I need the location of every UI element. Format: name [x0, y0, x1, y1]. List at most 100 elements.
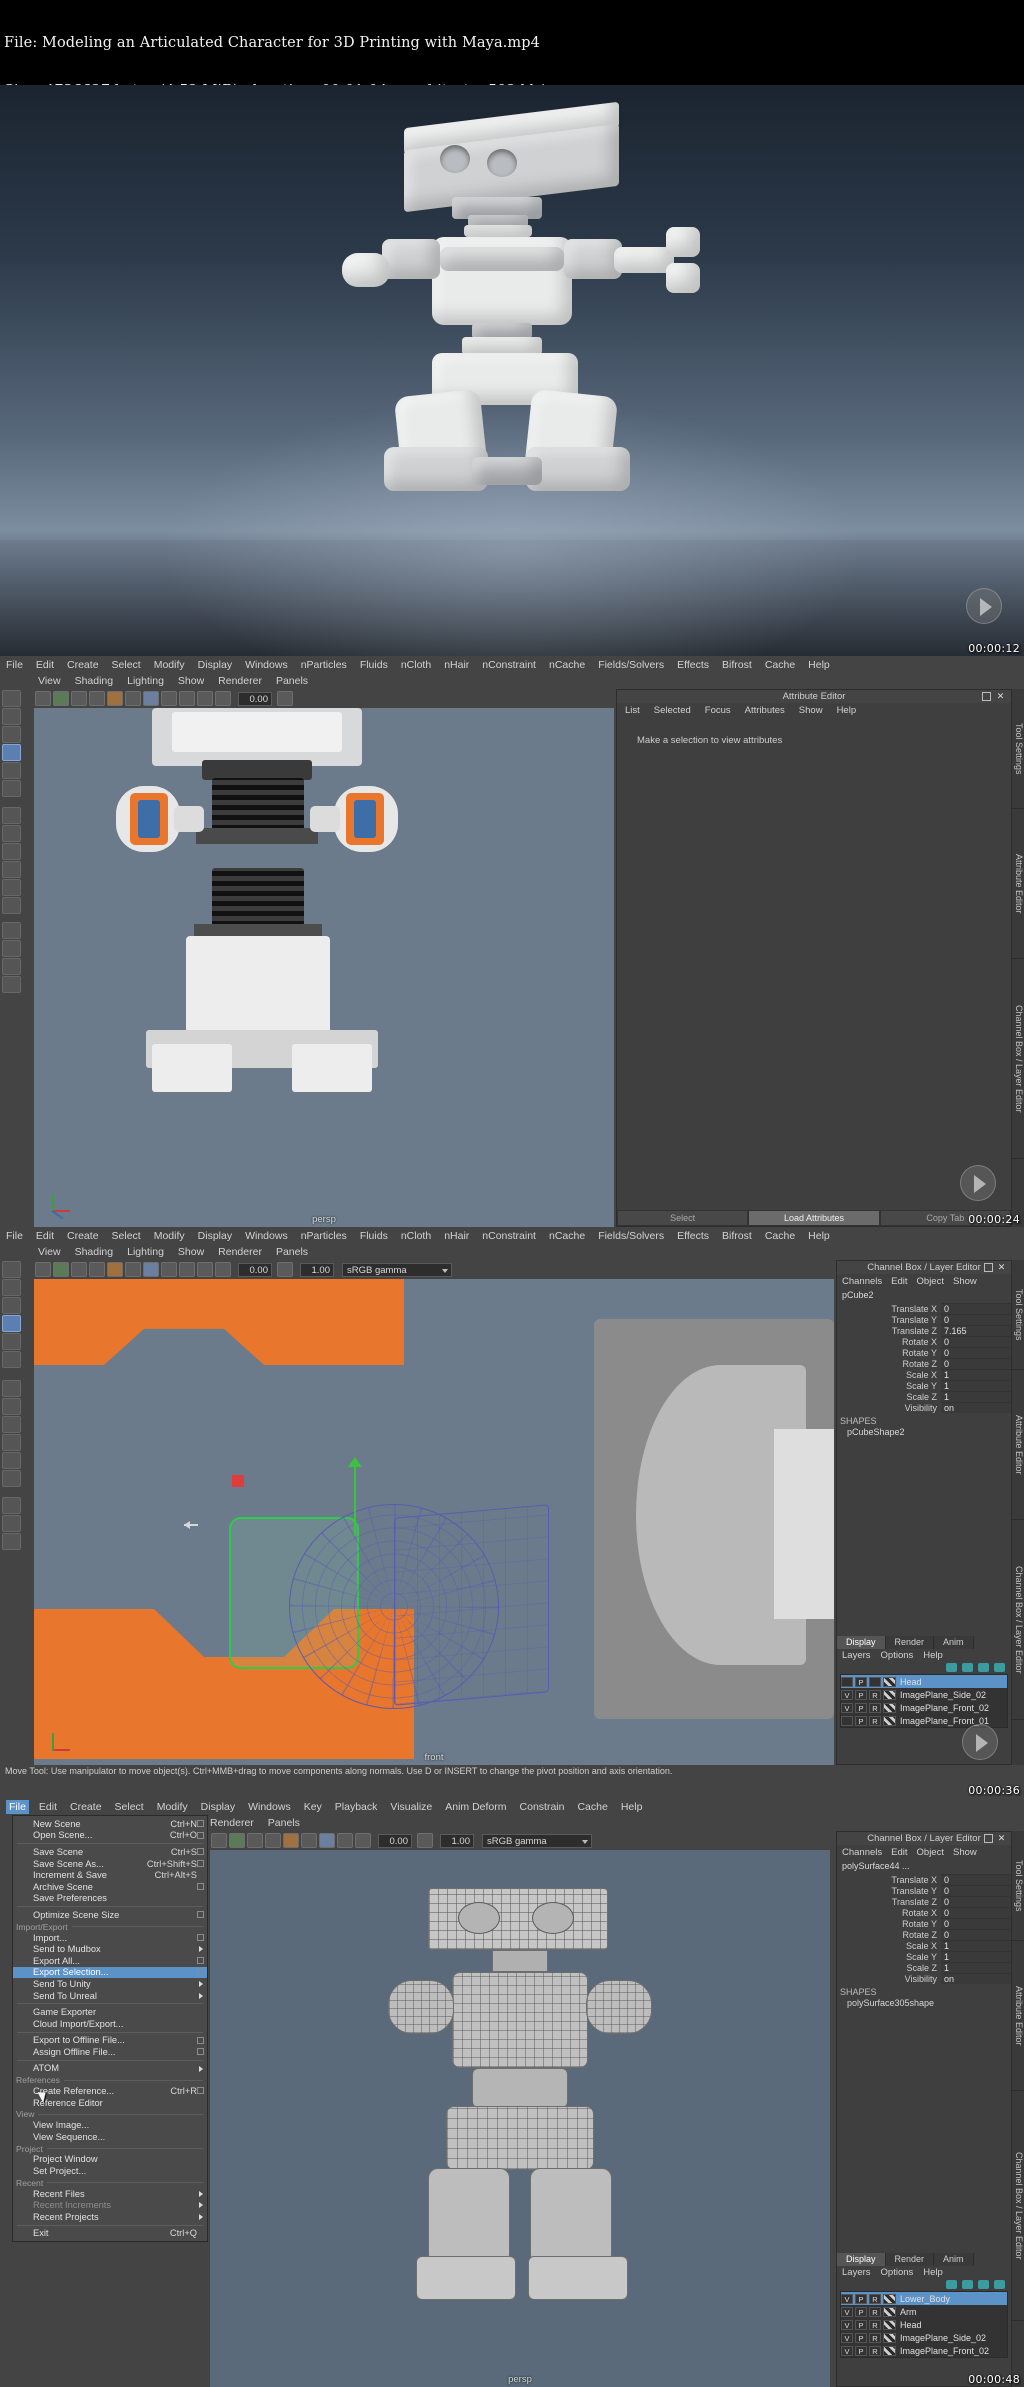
layer-color-3-0[interactable] — [883, 1676, 896, 1687]
sidetab4-attribute-editor[interactable]: Attribute Editor — [1012, 1941, 1024, 2091]
layer-name-3-2[interactable]: ImagePlane_Front_02 — [900, 1703, 989, 1713]
ch4-value-4[interactable]: 0 — [941, 1918, 1011, 1929]
menu4-file[interactable]: File — [6, 1799, 29, 1814]
file-menu-item-assign-offline-file[interactable]: Assign Offline File... — [13, 2046, 207, 2058]
lm4-options[interactable]: Options — [881, 2267, 914, 2278]
tool4-icon-lights[interactable] — [301, 1833, 317, 1848]
menu3-select[interactable]: Select — [112, 1230, 141, 1242]
file-menu-item-recent-projects[interactable]: Recent Projects — [13, 2211, 207, 2223]
ch4-value-0[interactable]: 0 — [941, 1874, 1011, 1885]
layer-p-4-3[interactable]: P — [855, 2332, 867, 2343]
ch3-value-5[interactable]: 0 — [941, 1358, 1011, 1369]
panelmenu4-renderer[interactable]: Renderer — [210, 1817, 254, 1829]
menu3-effects[interactable]: Effects — [677, 1230, 709, 1242]
layer-v-4-1[interactable]: V — [841, 2306, 853, 2317]
layer-p-3-3[interactable]: P — [855, 1715, 867, 1726]
cb3-menu-edit[interactable]: Edit — [891, 1276, 907, 1287]
file-menu-option-box-icon[interactable] — [197, 1859, 204, 1867]
menu3-nhair[interactable]: nHair — [444, 1230, 469, 1242]
menu3-modify[interactable]: Modify — [154, 1230, 185, 1242]
file-menu-dropdown[interactable]: New Scene Ctrl+N Open Scene... Ctrl+O Save S… — [12, 1815, 208, 2243]
panelmenu-show[interactable]: Show — [178, 675, 204, 687]
menu3-nconstraint[interactable]: nConstraint — [482, 1230, 536, 1242]
ch4-value-2[interactable]: 0 — [941, 1896, 1011, 1907]
tool3-icon-select[interactable] — [35, 1262, 51, 1277]
menu4-display[interactable]: Display — [201, 1801, 235, 1813]
toolbox-rotate-tool[interactable] — [2, 762, 21, 779]
gamma-field-4[interactable]: 1.00 — [440, 1833, 474, 1848]
menu-nparticles[interactable]: nParticles — [301, 659, 347, 671]
close-icon-4[interactable]: ✕ — [997, 1834, 1006, 1843]
layer-new-icon-3[interactable] — [978, 1663, 989, 1672]
layer-r-3-2[interactable]: R — [869, 1702, 881, 1713]
viewport-toolbar-3[interactable]: 0.00 1.00 sRGB gamma — [34, 1260, 834, 1279]
layer-color-4-0[interactable] — [883, 2293, 896, 2304]
layer-r-4-1[interactable]: R — [869, 2306, 881, 2317]
layer-new-icon-4[interactable] — [978, 2280, 989, 2289]
toolbox-layout-extra-4[interactable] — [2, 976, 21, 993]
menu3-windows[interactable]: Windows — [245, 1230, 288, 1242]
toolbox-layout-extra-1[interactable] — [2, 922, 21, 939]
exposure-field-3[interactable]: 0.00 — [238, 1262, 272, 1277]
undock-icon-4[interactable] — [984, 1834, 993, 1843]
ae-load-attributes-button[interactable]: Load Attributes — [748, 1210, 880, 1226]
tool-icon-wireframe[interactable] — [89, 691, 105, 706]
layer-color-4-2[interactable] — [883, 2319, 896, 2330]
layer-color-3-1[interactable] — [883, 1689, 896, 1700]
layer-name-3-0[interactable]: Head — [900, 1677, 922, 1687]
viewport-persp-4[interactable]: persp — [210, 1850, 830, 2387]
layer-p-3-0[interactable]: P — [855, 1676, 867, 1687]
move-manipulator-handle-red[interactable] — [232, 1475, 244, 1487]
tool4-icon-ao[interactable] — [337, 1833, 353, 1848]
layer-p-4-0[interactable]: P — [855, 2293, 867, 2304]
layer-p-3-1[interactable]: P — [855, 1689, 867, 1700]
tool-icon-gamma[interactable] — [277, 691, 293, 706]
toolbox3-rotate-tool[interactable] — [2, 1333, 21, 1350]
ae-menu-help[interactable]: Help — [837, 705, 857, 716]
ch3-value-4[interactable]: 0 — [941, 1347, 1011, 1358]
layer-tab-display-3[interactable]: Display — [837, 1636, 886, 1649]
ae-select-button[interactable]: Select — [617, 1210, 749, 1226]
layer-tab-anim-3[interactable]: Anim — [934, 1636, 974, 1649]
file-menu-item-import[interactable]: Import... — [13, 1932, 207, 1944]
layer-new-from-selection-icon-4[interactable] — [994, 2280, 1005, 2289]
tool3-icon-grid[interactable] — [53, 1262, 69, 1277]
file-menu-option-box-icon[interactable] — [197, 1933, 204, 1941]
toolbox3-layout-hypershade[interactable] — [2, 1452, 21, 1469]
toolbox3-select-tool[interactable] — [2, 1261, 21, 1278]
menu-nhair[interactable]: nHair — [444, 659, 469, 671]
ae-menu-selected[interactable]: Selected — [654, 705, 691, 716]
panelmenu3-shading[interactable]: Shading — [75, 1246, 114, 1258]
menu3-edit[interactable]: Edit — [36, 1230, 54, 1242]
layer-row-4-2[interactable]: V P R Head — [841, 2318, 1007, 2331]
file-menu-option-box-icon[interactable] — [197, 2036, 204, 2044]
file-menu-item-new-scene[interactable]: New Scene Ctrl+N — [13, 1818, 207, 1830]
lm3-help[interactable]: Help — [923, 1650, 943, 1661]
menu4-playback[interactable]: Playback — [335, 1801, 378, 1813]
tool-icon-xray[interactable] — [71, 691, 87, 706]
tool-icon-texture[interactable] — [107, 691, 123, 706]
layer-new-from-selection-icon-3[interactable] — [994, 1663, 1005, 1672]
panelmenu-panels[interactable]: Panels — [276, 675, 308, 687]
panelmenu-shading[interactable]: Shading — [75, 675, 114, 687]
menu4-anim-deform[interactable]: Anim Deform — [445, 1801, 506, 1813]
close-icon-3[interactable]: ✕ — [997, 1263, 1006, 1272]
lm3-layers[interactable]: Layers — [842, 1650, 871, 1661]
tool4-icon-xray[interactable] — [247, 1833, 263, 1848]
layer-name-4-0[interactable]: Lower_Body — [900, 2294, 950, 2304]
toolbox-layout-two-pane[interactable] — [2, 825, 21, 842]
tool3-icon-texture[interactable] — [107, 1262, 123, 1277]
sidetab-channel-box[interactable]: Channel Box / Layer Editor — [1012, 959, 1024, 1159]
tool4-icon-texture[interactable] — [283, 1833, 299, 1848]
sidetab3-tool-settings[interactable]: Tool Settings — [1012, 1260, 1024, 1370]
file-menu-option-box-icon[interactable] — [197, 2087, 204, 2095]
file-menu-item-open-scene[interactable]: Open Scene... Ctrl+O — [13, 1830, 207, 1842]
file-menu-item-view-sequence[interactable]: View Sequence... — [13, 2131, 207, 2143]
tool3-icon-ao[interactable] — [161, 1262, 177, 1277]
gamma-field-3[interactable]: 1.00 — [300, 1262, 334, 1277]
ch4-value-7[interactable]: 1 — [941, 1951, 1011, 1962]
menu-ncloth[interactable]: nCloth — [401, 659, 431, 671]
menu-edit[interactable]: Edit — [36, 659, 54, 671]
layer-r-3-1[interactable]: R — [869, 1689, 881, 1700]
maya-main-menubar-2[interactable]: File Edit Create Select Modify Display W… — [0, 656, 1024, 673]
